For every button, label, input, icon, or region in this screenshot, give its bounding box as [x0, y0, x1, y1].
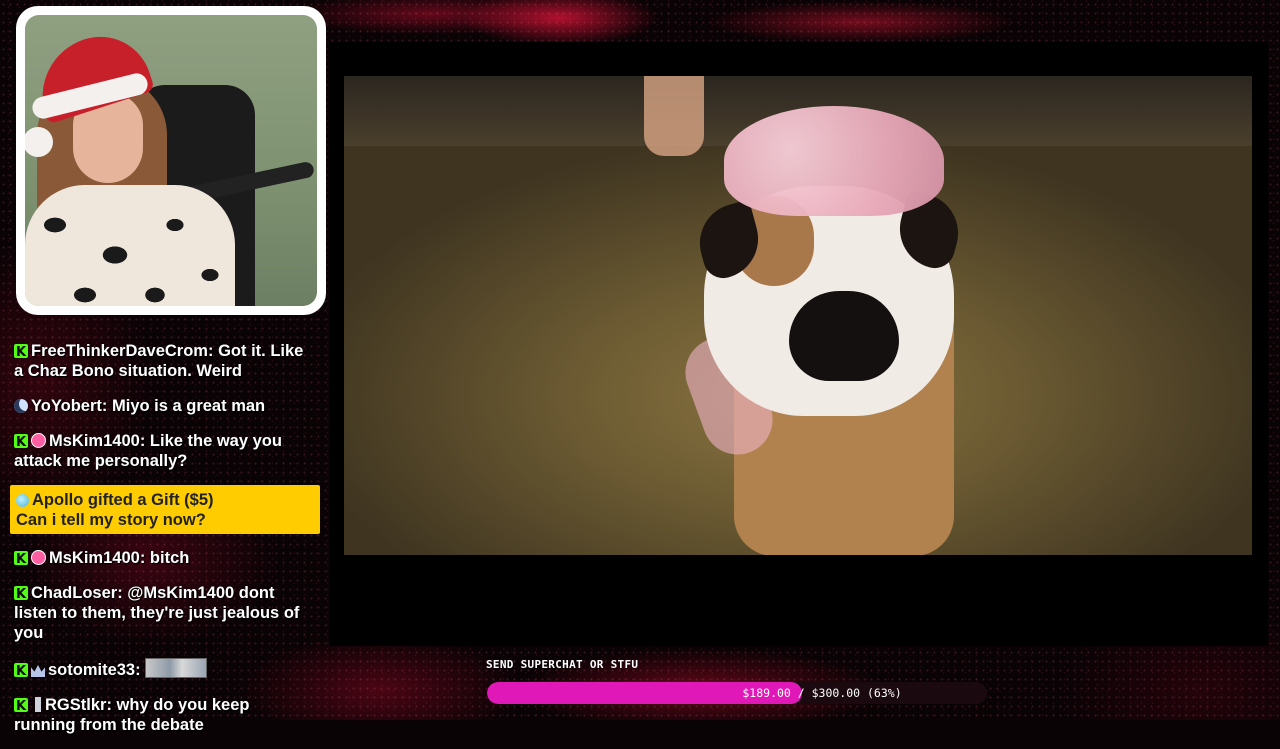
chat-username: MsKim1400 — [49, 432, 140, 450]
gift-alert-title: Apollo gifted a Gift ($5) — [32, 491, 214, 509]
chat-text: bitch — [149, 549, 190, 567]
chat-username: ChadLoser — [31, 584, 118, 602]
gifter-badge-icon — [31, 550, 46, 565]
chat-message: MsKim1400: Like the way you attack me pe… — [8, 430, 320, 472]
chat-username: RGStlkr — [45, 696, 107, 714]
kick-icon — [14, 343, 28, 363]
chat-username: sotomite33 — [48, 661, 136, 679]
kick-icon — [14, 662, 28, 682]
chat-message: RGStlkr: why do you keep running from th… — [8, 694, 320, 736]
sword-icon — [35, 697, 41, 712]
gift-alert-message: Can i tell my story now? — [16, 511, 206, 529]
dog-snout — [789, 291, 899, 381]
chat-message: FreeThinkerDaveCrom: Got it. Like a Chaz… — [8, 340, 320, 382]
chat-message: sotomite33: — [8, 657, 320, 682]
video-frame[interactable] — [344, 76, 1252, 555]
moon-icon — [14, 399, 28, 413]
webcam-feed — [25, 15, 317, 306]
kick-icon — [14, 433, 28, 453]
gift-icon — [16, 494, 29, 507]
kick-icon — [14, 585, 28, 605]
chat-feed: FreeThinkerDaveCrom: Got it. Like a Chaz… — [8, 340, 320, 749]
chat-username: FreeThinkerDaveCrom — [31, 342, 208, 360]
gifter-badge-icon — [31, 433, 46, 448]
goal-progress-text: $189.00 / $300.00 (63%) — [742, 686, 902, 700]
gift-alert: Apollo gifted a Gift ($5) Can i tell my … — [10, 485, 320, 534]
video-person-legs — [644, 76, 704, 156]
pink-bow-hat — [724, 106, 944, 216]
chat-username: YoYobert — [31, 397, 102, 415]
streamer-body — [25, 185, 235, 306]
chat-message: MsKim1400: bitch — [8, 547, 320, 570]
kick-icon — [14, 697, 28, 717]
crown-icon — [31, 665, 45, 677]
goal-title: SEND SUPERCHAT OR STFU — [486, 658, 639, 671]
kick-icon — [14, 550, 28, 570]
chat-username: MsKim1400 — [49, 549, 140, 567]
chat-message: YoYobert: Miyo is a great man — [8, 395, 320, 417]
goal-text-wrap: $189.00 / $300.00 (63%) — [487, 682, 1157, 704]
webcam-frame — [16, 6, 326, 315]
chat-message: ChadLoser: @MsKim1400 dont listen to the… — [8, 582, 320, 644]
emote-image — [145, 658, 208, 678]
chat-text: Miyo is a great man — [111, 397, 266, 415]
